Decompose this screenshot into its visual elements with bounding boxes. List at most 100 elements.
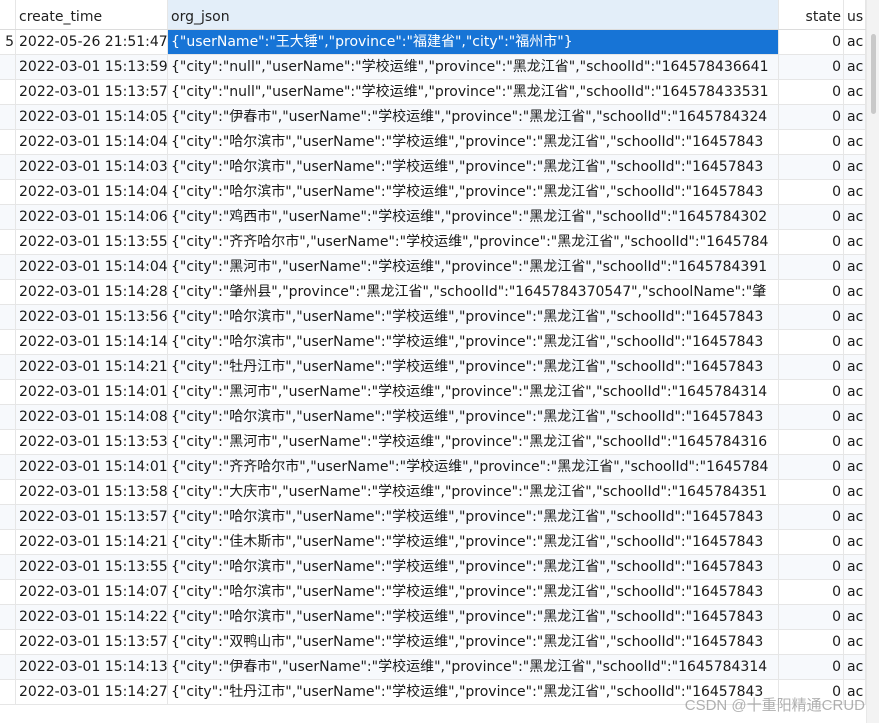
create-time-cell[interactable]: 2022-05-26 21:51:47 [16, 30, 168, 54]
row-number-cell[interactable] [0, 630, 16, 654]
org-json-cell[interactable]: {"city":"哈尔滨市","userName":"学校运维","provin… [168, 505, 779, 529]
table-row[interactable]: 2022-03-01 15:13:55 {"city":"齐齐哈尔市","user… [0, 230, 879, 255]
state-cell[interactable]: 0 [779, 105, 844, 129]
org-json-cell[interactable]: {"city":"牡丹江市","userName":"学校运维","provin… [168, 355, 779, 379]
table-row[interactable]: 2022-03-01 15:14:04 {"city":"黑河市","userNa… [0, 255, 879, 280]
table-row[interactable]: 2022-03-01 15:14:04 {"city":"哈尔滨市","userN… [0, 180, 879, 205]
row-number-cell[interactable] [0, 180, 16, 204]
create-time-cell[interactable]: 2022-03-01 15:13:56 [16, 305, 168, 329]
row-number-cell[interactable] [0, 55, 16, 79]
state-cell[interactable]: 0 [779, 30, 844, 54]
org-json-cell[interactable]: {"city":"鸡西市","userName":"学校运维","provinc… [168, 205, 779, 229]
us-cell[interactable]: ac [844, 605, 866, 629]
org-json-cell[interactable]: {"city":"哈尔滨市","userName":"学校运维","provin… [168, 580, 779, 604]
state-cell[interactable]: 0 [779, 130, 844, 154]
scrollbar-thumb[interactable] [871, 34, 876, 114]
table-row[interactable]: 2022-03-01 15:14:01 {"city":"齐齐哈尔市","user… [0, 455, 879, 480]
table-row[interactable]: 2022-03-01 15:14:03 {"city":"哈尔滨市","userN… [0, 155, 879, 180]
table-row[interactable]: 2022-03-01 15:14:04 {"city":"哈尔滨市","userN… [0, 130, 879, 155]
org-json-cell[interactable]: {"city":"双鸭山市","userName":"学校运维","provin… [168, 630, 779, 654]
us-cell[interactable]: ac [844, 355, 866, 379]
org-json-cell[interactable]: {"city":"黑河市","userName":"学校运维","provinc… [168, 255, 779, 279]
row-number-cell[interactable] [0, 555, 16, 579]
org-json-cell[interactable]: {"city":"佳木斯市","userName":"学校运维","provin… [168, 530, 779, 554]
us-cell[interactable]: ac [844, 580, 866, 604]
row-number-cell[interactable] [0, 455, 16, 479]
us-cell[interactable]: ac [844, 255, 866, 279]
row-number-cell[interactable]: 5 [0, 30, 16, 54]
org-json-cell[interactable]: {"city":"null","userName":"学校运维","provin… [168, 55, 779, 79]
state-cell[interactable]: 0 [779, 305, 844, 329]
create-time-cell[interactable]: 2022-03-01 15:13:58 [16, 480, 168, 504]
org-json-cell[interactable]: {"city":"null","userName":"学校运维","provin… [168, 80, 779, 104]
create-time-cell[interactable]: 2022-03-01 15:14:22 [16, 605, 168, 629]
state-cell[interactable]: 0 [779, 430, 844, 454]
column-header-create-time[interactable]: create_time [16, 0, 168, 29]
state-cell[interactable]: 0 [779, 505, 844, 529]
state-cell[interactable]: 0 [779, 630, 844, 654]
us-cell[interactable]: ac [844, 555, 866, 579]
org-json-cell[interactable]: {"city":"哈尔滨市","userName":"学校运维","provin… [168, 180, 779, 204]
table-row[interactable]: 2022-03-01 15:13:55 {"city":"哈尔滨市","userN… [0, 555, 879, 580]
create-time-cell[interactable]: 2022-03-01 15:14:04 [16, 180, 168, 204]
create-time-cell[interactable]: 2022-03-01 15:14:08 [16, 405, 168, 429]
row-number-cell[interactable] [0, 380, 16, 404]
org-json-cell[interactable]: {"city":"哈尔滨市","userName":"学校运维","provin… [168, 605, 779, 629]
table-row[interactable]: 2022-03-01 15:13:56 {"city":"哈尔滨市","userN… [0, 305, 879, 330]
org-json-cell[interactable]: {"city":"哈尔滨市","userName":"学校运维","provin… [168, 330, 779, 354]
org-json-cell[interactable]: {"city":"黑河市","userName":"学校运维","provinc… [168, 430, 779, 454]
table-row[interactable]: 2022-03-01 15:14:21 {"city":"佳木斯市","userN… [0, 530, 879, 555]
row-number-cell[interactable] [0, 355, 16, 379]
create-time-cell[interactable]: 2022-03-01 15:14:14 [16, 330, 168, 354]
org-json-cell[interactable]: {"userName":"王大锤","province":"福建省","city… [168, 30, 779, 54]
create-time-cell[interactable]: 2022-03-01 15:13:57 [16, 630, 168, 654]
row-number-cell[interactable] [0, 230, 16, 254]
state-cell[interactable]: 0 [779, 255, 844, 279]
state-cell[interactable]: 0 [779, 555, 844, 579]
create-time-cell[interactable]: 2022-03-01 15:14:01 [16, 380, 168, 404]
row-number-cell[interactable] [0, 130, 16, 154]
org-json-cell[interactable]: {"city":"伊春市","userName":"学校运维","provinc… [168, 105, 779, 129]
table-row[interactable]: 2022-03-01 15:14:06 {"city":"鸡西市","userNa… [0, 205, 879, 230]
vertical-scrollbar[interactable] [866, 0, 879, 723]
row-number-cell[interactable] [0, 205, 16, 229]
table-row[interactable]: 2022-03-01 15:13:57 {"city":"哈尔滨市","userN… [0, 505, 879, 530]
create-time-cell[interactable]: 2022-03-01 15:14:05 [16, 105, 168, 129]
create-time-cell[interactable]: 2022-03-01 15:14:01 [16, 455, 168, 479]
create-time-cell[interactable]: 2022-03-01 15:13:55 [16, 230, 168, 254]
us-cell[interactable]: ac [844, 405, 866, 429]
table-row[interactable]: 2022-03-01 15:13:57 {"city":"双鸭山市","userN… [0, 630, 879, 655]
state-cell[interactable]: 0 [779, 280, 844, 304]
row-number-cell[interactable] [0, 330, 16, 354]
us-cell[interactable]: ac [844, 430, 866, 454]
org-json-cell[interactable]: {"city":"齐齐哈尔市","userName":"学校运维","provi… [168, 230, 779, 254]
us-cell[interactable]: ac [844, 455, 866, 479]
state-cell[interactable]: 0 [779, 530, 844, 554]
state-cell[interactable]: 0 [779, 55, 844, 79]
row-number-cell[interactable] [0, 480, 16, 504]
row-number-cell[interactable] [0, 530, 16, 554]
table-row[interactable]: 5 2022-05-26 21:51:47 {"userName":"王大锤","p… [0, 30, 879, 55]
org-json-cell[interactable]: {"city":"黑河市","userName":"学校运维","provinc… [168, 380, 779, 404]
table-row[interactable]: 2022-03-01 15:14:07 {"city":"哈尔滨市","userN… [0, 580, 879, 605]
row-number-cell[interactable] [0, 655, 16, 679]
row-number-cell[interactable] [0, 280, 16, 304]
org-json-cell[interactable]: {"city":"哈尔滨市","userName":"学校运维","provin… [168, 305, 779, 329]
table-row[interactable]: 2022-03-01 15:14:13 {"city":"伊春市","userNa… [0, 655, 879, 680]
create-time-cell[interactable]: 2022-03-01 15:14:27 [16, 680, 168, 704]
create-time-cell[interactable]: 2022-03-01 15:14:06 [16, 205, 168, 229]
org-json-cell[interactable]: {"city":"哈尔滨市","userName":"学校运维","provin… [168, 130, 779, 154]
row-number-cell[interactable] [0, 405, 16, 429]
us-cell[interactable]: ac [844, 280, 866, 304]
us-cell[interactable]: ac [844, 155, 866, 179]
create-time-cell[interactable]: 2022-03-01 15:14:21 [16, 530, 168, 554]
state-cell[interactable]: 0 [779, 205, 844, 229]
us-cell[interactable]: ac [844, 330, 866, 354]
row-number-cell[interactable] [0, 505, 16, 529]
us-cell[interactable]: ac [844, 530, 866, 554]
org-json-cell[interactable]: {"city":"大庆市","userName":"学校运维","provinc… [168, 480, 779, 504]
org-json-cell[interactable]: {"city":"伊春市","userName":"学校运维","provinc… [168, 655, 779, 679]
table-row[interactable]: 2022-03-01 15:13:59 {"city":"null","userN… [0, 55, 879, 80]
us-cell[interactable]: ac [844, 655, 866, 679]
us-cell[interactable]: ac [844, 205, 866, 229]
